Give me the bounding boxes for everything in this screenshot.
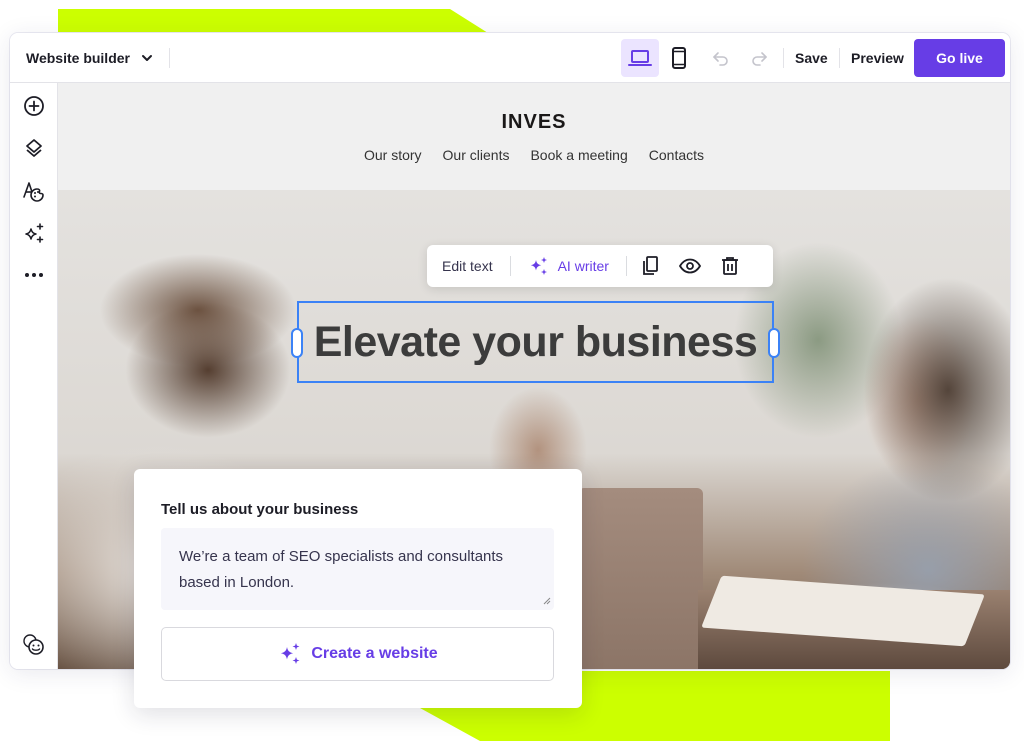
divider <box>169 48 170 68</box>
chevron-down-icon <box>141 55 152 61</box>
more-icon <box>25 273 43 277</box>
sparkles-icon <box>530 257 547 275</box>
edit-text-button[interactable]: Edit text <box>427 245 510 287</box>
sparkles-icon <box>25 223 44 243</box>
styles-button[interactable] <box>22 179 46 203</box>
undo-icon[interactable] <box>711 48 731 68</box>
top-bar: Website builder Save Preview Go live <box>10 33 1010 83</box>
redo-icon[interactable] <box>749 48 769 68</box>
delete-button[interactable] <box>711 245 749 287</box>
typography-palette-icon <box>23 182 44 202</box>
eye-icon <box>678 258 701 274</box>
ai-writer-label: AI writer <box>557 258 609 274</box>
laptop-icon <box>628 50 652 66</box>
divider <box>839 48 840 68</box>
business-description-input[interactable]: We’re a team of SEO specialists and cons… <box>161 528 554 610</box>
ai-tools-button[interactable] <box>22 222 46 246</box>
sparkles-icon <box>281 643 300 664</box>
ai-writer-button[interactable]: AI writer <box>511 245 626 287</box>
nav-link-our-story[interactable]: Our story <box>364 147 422 163</box>
duplicate-button[interactable] <box>627 245 669 287</box>
site-logo[interactable]: INVES <box>58 111 1010 134</box>
create-website-button[interactable]: Create a website <box>161 627 554 681</box>
mobile-view-button[interactable] <box>660 39 698 77</box>
desktop-view-button[interactable] <box>621 39 659 77</box>
plus-circle-icon <box>24 96 44 116</box>
trash-icon <box>721 257 738 275</box>
mobile-icon <box>672 47 686 69</box>
duplicate-icon <box>643 256 658 275</box>
add-element-button[interactable] <box>22 94 46 118</box>
hero-heading[interactable]: Elevate your business <box>314 318 758 367</box>
site-header[interactable]: INVES Our story Our clients Book a meeti… <box>58 83 1010 190</box>
feedback-button[interactable] <box>22 633 46 657</box>
app-title: Website builder <box>26 50 130 66</box>
faces-icon <box>23 634 44 655</box>
layers-icon <box>26 139 42 157</box>
app-switcher[interactable]: Website builder <box>26 33 154 83</box>
left-sidebar <box>10 83 58 669</box>
nav-link-our-clients[interactable]: Our clients <box>443 147 510 163</box>
business-description-label: Tell us about your business <box>161 501 359 518</box>
go-live-button[interactable]: Go live <box>914 39 1005 77</box>
preview-button[interactable]: Preview <box>851 33 904 83</box>
nav-link-contacts[interactable]: Contacts <box>649 147 704 163</box>
site-nav: Our story Our clients Book a meeting Con… <box>58 147 1010 163</box>
nav-link-book-a-meeting[interactable]: Book a meeting <box>530 147 627 163</box>
ai-builder-card: Tell us about your business We’re a team… <box>134 469 582 708</box>
create-website-label: Create a website <box>311 645 438 662</box>
hero-photo-laptop <box>578 488 703 669</box>
resize-handle-right[interactable] <box>768 328 780 358</box>
resize-grip-icon[interactable] <box>542 596 551 605</box>
layers-button[interactable] <box>22 136 46 160</box>
visibility-button[interactable] <box>669 245 711 287</box>
divider <box>783 48 784 68</box>
decorative-green-shape-top <box>58 9 488 33</box>
save-button[interactable]: Save <box>795 33 828 83</box>
more-button[interactable] <box>22 263 46 287</box>
selected-heading-element[interactable]: Elevate your business <box>291 301 780 383</box>
resize-handle-left[interactable] <box>291 328 303 358</box>
text-element-toolbar: Edit text AI writer <box>427 245 773 287</box>
